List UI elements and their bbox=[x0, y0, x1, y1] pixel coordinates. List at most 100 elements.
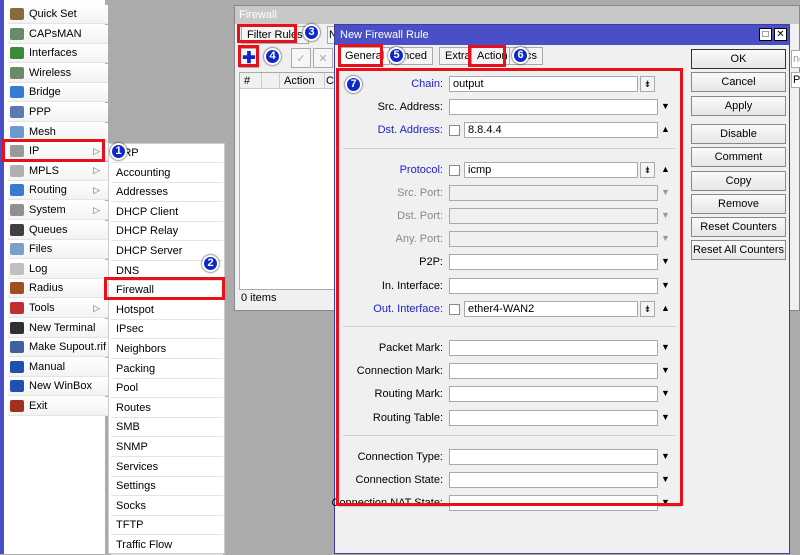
col-flags[interactable] bbox=[262, 73, 280, 89]
submenu-item-routes[interactable]: Routes bbox=[111, 399, 223, 418]
expand-arrow-icon[interactable]: ▼ bbox=[661, 365, 670, 375]
submenu-item-pool[interactable]: Pool bbox=[111, 379, 223, 399]
menu-item-ppp[interactable]: PPP bbox=[8, 103, 108, 122]
menu-item-new-winbox[interactable]: New WinBox bbox=[8, 377, 108, 397]
src-port-input[interactable] bbox=[449, 184, 658, 201]
tab-action[interactable]: Action bbox=[471, 47, 514, 65]
menu-item-new-terminal[interactable]: New Terminal bbox=[8, 318, 108, 338]
connection-mark-input[interactable] bbox=[449, 363, 658, 380]
reset-all-counters-button[interactable]: Reset All Counters bbox=[691, 240, 786, 260]
submenu-item-services[interactable]: Services bbox=[111, 458, 223, 477]
expand-arrow-icon[interactable]: ▼ bbox=[661, 497, 670, 507]
expand-arrow-icon[interactable]: ▼ bbox=[661, 187, 670, 197]
expand-arrow-icon[interactable]: ▼ bbox=[661, 342, 670, 352]
collapse-arrow-icon[interactable]: ▲ bbox=[661, 124, 670, 134]
routing-mark-input[interactable] bbox=[449, 386, 658, 403]
comment-button[interactable]: Comment bbox=[691, 147, 786, 167]
expand-arrow-icon[interactable]: ▼ bbox=[661, 233, 670, 243]
any-port-input[interactable] bbox=[449, 231, 658, 248]
menu-item-capsman[interactable]: CAPsMAN bbox=[8, 24, 108, 44]
connection-type-input[interactable] bbox=[449, 448, 658, 465]
disable-button[interactable]: Disable bbox=[691, 124, 786, 144]
menu-item-quick-set[interactable]: Quick Set bbox=[8, 5, 108, 24]
menu-item-mpls[interactable]: MPLS ▷ bbox=[8, 161, 108, 181]
submenu-item-socks[interactable]: Socks bbox=[111, 497, 223, 516]
submenu-item-packing[interactable]: Packing bbox=[111, 360, 223, 379]
p2p-input[interactable] bbox=[449, 254, 658, 271]
apply-button[interactable]: Apply bbox=[691, 96, 786, 116]
dst-address-input[interactable]: 8.8.4.4 bbox=[464, 122, 658, 139]
submenu-item-traffic-flow[interactable]: Traffic Flow bbox=[111, 536, 223, 555]
in-interface-input[interactable] bbox=[449, 277, 658, 294]
submenu-item-smb[interactable]: SMB bbox=[111, 418, 223, 438]
submenu-item-tftp[interactable]: TFTP bbox=[111, 516, 223, 536]
menu-item-files[interactable]: Files bbox=[8, 240, 108, 260]
submenu-item-arp[interactable]: ARP bbox=[111, 144, 223, 163]
submenu-item-accounting[interactable]: Accounting bbox=[111, 164, 223, 183]
submenu-item-ipsec[interactable]: IPsec bbox=[111, 320, 223, 340]
dst-port-input[interactable] bbox=[449, 208, 658, 224]
chain-input[interactable]: output bbox=[449, 76, 638, 92]
expand-arrow-icon[interactable]: ▼ bbox=[661, 101, 670, 111]
menu-item-wireless[interactable]: Wireless bbox=[8, 63, 108, 83]
menu-item-interfaces[interactable]: Interfaces bbox=[8, 44, 108, 64]
cancel-button[interactable]: Cancel bbox=[691, 72, 786, 92]
packet-mark-input[interactable] bbox=[449, 340, 658, 356]
menu-item-ip[interactable]: IP ▷ bbox=[8, 142, 108, 162]
menu-item-exit[interactable]: Exit bbox=[8, 397, 108, 416]
collapse-arrow-icon[interactable]: ▲ bbox=[661, 303, 670, 313]
menu-item-bridge[interactable]: Bridge bbox=[8, 83, 108, 103]
routing-table-input[interactable] bbox=[449, 409, 658, 426]
protocol-input[interactable]: icmp bbox=[464, 161, 638, 178]
tab-general[interactable]: General bbox=[339, 47, 391, 65]
out-interface-not-checkbox[interactable] bbox=[449, 303, 460, 315]
add-rule-button[interactable]: ✚ bbox=[239, 48, 259, 68]
protocol-not-checkbox[interactable] bbox=[449, 164, 460, 176]
menu-item-log[interactable]: Log bbox=[8, 259, 108, 279]
submenu-item-snmp[interactable]: SNMP bbox=[111, 438, 223, 457]
src-address-input[interactable] bbox=[449, 99, 658, 116]
col-action[interactable]: Action bbox=[280, 73, 325, 89]
menu-item-radius[interactable]: Radius bbox=[8, 279, 108, 299]
protocol-dropdown-button[interactable]: ⇟ bbox=[640, 161, 655, 178]
menu-item-routing[interactable]: Routing ▷ bbox=[8, 181, 108, 201]
submenu-item-settings[interactable]: Settings bbox=[111, 477, 223, 497]
connection-state-input[interactable] bbox=[449, 472, 658, 488]
chain-dropdown-button[interactable]: ⇟ bbox=[640, 76, 655, 92]
menu-item-queues[interactable]: Queues bbox=[8, 220, 108, 240]
maximize-button[interactable]: □ bbox=[759, 28, 772, 41]
close-button[interactable]: ✕ bbox=[774, 28, 787, 41]
expand-arrow-icon[interactable]: ▼ bbox=[661, 280, 670, 290]
submenu-item-dhcp-relay[interactable]: DHCP Relay bbox=[111, 222, 223, 242]
out-interface-input[interactable]: ether4-WAN2 bbox=[464, 300, 638, 317]
expand-arrow-icon[interactable]: ▼ bbox=[661, 210, 670, 220]
submenu-item-hotspot[interactable]: Hotspot bbox=[111, 301, 223, 320]
remove-button[interactable]: Remove bbox=[691, 194, 786, 214]
submenu-item-dhcp-client[interactable]: DHCP Client bbox=[111, 203, 223, 222]
tab-filter-rules[interactable]: Filter Rules bbox=[241, 26, 309, 44]
find-input[interactable]: nd bbox=[791, 50, 800, 68]
ok-button[interactable]: OK bbox=[691, 49, 786, 69]
dst-address-not-checkbox[interactable] bbox=[449, 125, 460, 137]
menu-item-mesh[interactable]: Mesh bbox=[8, 122, 108, 142]
submenu-item-firewall[interactable]: Firewall bbox=[111, 281, 223, 301]
reset-counters-button[interactable]: Reset Counters bbox=[691, 217, 786, 237]
collapse-arrow-icon[interactable]: ▲ bbox=[661, 164, 670, 174]
copy-button[interactable]: Copy bbox=[691, 171, 786, 191]
submenu-item-addresses[interactable]: Addresses bbox=[111, 183, 223, 203]
expand-arrow-icon[interactable]: ▼ bbox=[661, 412, 670, 422]
connection-nat-state-input[interactable] bbox=[449, 495, 658, 512]
menu-item-make-supout-rif[interactable]: Make Supout.rif bbox=[8, 338, 108, 358]
enable-button[interactable]: ✓ bbox=[291, 48, 311, 68]
submenu-item-neighbors[interactable]: Neighbors bbox=[111, 340, 223, 359]
expand-arrow-icon[interactable]: ▼ bbox=[661, 256, 670, 266]
disable-button[interactable]: ✕ bbox=[313, 48, 333, 68]
menu-item-manual[interactable]: Manual bbox=[8, 357, 108, 377]
menu-item-tools[interactable]: Tools ▷ bbox=[8, 299, 108, 318]
menu-item-system[interactable]: System ▷ bbox=[8, 201, 108, 220]
expand-arrow-icon[interactable]: ▼ bbox=[661, 388, 670, 398]
expand-arrow-icon[interactable]: ▼ bbox=[661, 451, 670, 461]
col-number[interactable]: # bbox=[240, 73, 262, 89]
expand-arrow-icon[interactable]: ▼ bbox=[661, 474, 670, 484]
out-interface-dropdown-button[interactable]: ⇟ bbox=[640, 300, 655, 317]
